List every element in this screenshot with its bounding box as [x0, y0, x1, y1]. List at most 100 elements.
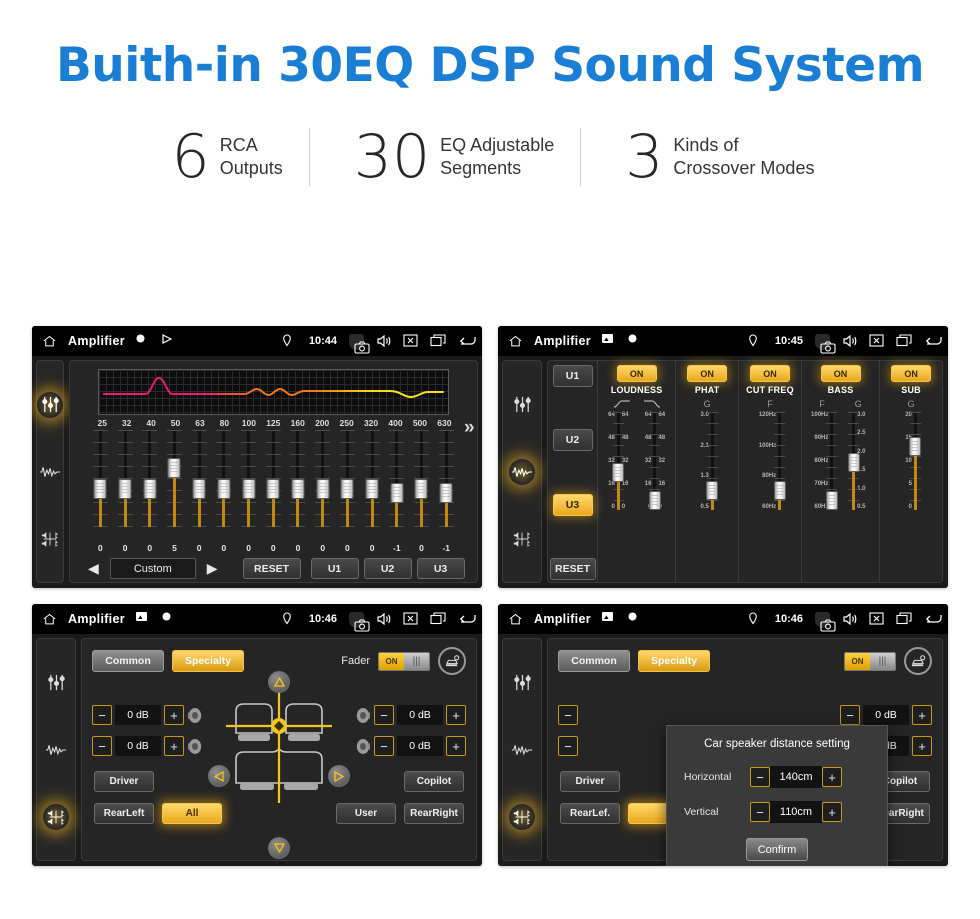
user-preset-u1-button[interactable]: U1	[310, 558, 359, 579]
back-arrow-icon[interactable]	[457, 612, 476, 627]
slider-knob[interactable]	[648, 491, 661, 510]
tab-common[interactable]: Common	[558, 650, 630, 672]
slider-knob[interactable]	[825, 491, 838, 510]
effect-slider[interactable]: 100Hz 90Hz 80Hz 70Hz 60Hz	[804, 410, 841, 582]
eq-slider-knob[interactable]	[242, 478, 256, 499]
effect-slider[interactable]: 3.0 2.1 1.3 0.5	[678, 410, 736, 582]
eq-slider[interactable]	[236, 430, 261, 542]
eq-slider[interactable]	[88, 430, 113, 542]
gain-minus-button[interactable]: −	[558, 736, 578, 756]
eq-slider[interactable]	[261, 430, 286, 542]
effect-slider[interactable]: 644832160644832160	[600, 410, 637, 582]
seat-button-all[interactable]: All	[162, 803, 222, 824]
eq-slider[interactable]	[434, 430, 459, 542]
recent-apps-icon[interactable]	[896, 333, 912, 349]
gain-plus-button[interactable]: +	[912, 705, 932, 725]
sidebar-item-waveform[interactable]	[43, 737, 69, 763]
eq-slider-knob[interactable]	[414, 478, 428, 499]
eq-slider-knob[interactable]	[266, 478, 280, 499]
eq-slider-knob[interactable]	[217, 478, 231, 499]
sidebar-item-equalizer[interactable]	[37, 391, 63, 418]
gain-minus-button[interactable]: −	[374, 705, 394, 725]
tab-specialty[interactable]: Specialty	[638, 650, 710, 672]
sidebar-item-equalizer[interactable]	[509, 392, 535, 418]
close-box-icon[interactable]	[403, 611, 418, 627]
car-seat-map[interactable]	[226, 691, 332, 803]
gain-plus-button[interactable]: +	[446, 705, 466, 725]
eq-slider[interactable]	[286, 430, 311, 542]
eq-more-icon[interactable]: »	[464, 417, 475, 439]
slider-knob[interactable]	[847, 453, 860, 473]
close-box-icon[interactable]	[403, 333, 418, 349]
sidebar-item-balance[interactable]	[43, 803, 69, 830]
fader-toggle[interactable]: ON |||	[378, 651, 430, 671]
eq-slider-knob[interactable]	[340, 478, 354, 499]
eq-slider-knob[interactable]	[439, 482, 453, 503]
fader-toggle[interactable]: ON |||	[844, 651, 896, 671]
preset-name-display[interactable]: Custom	[109, 558, 196, 579]
eq-slider[interactable]	[360, 430, 385, 542]
camera-icon[interactable]	[349, 334, 370, 354]
eq-slider-knob[interactable]	[365, 478, 379, 499]
user-preset-u2-button[interactable]: U2	[363, 558, 412, 579]
user-preset-u2-button[interactable]: U2	[552, 429, 593, 452]
tab-specialty[interactable]: Specialty	[172, 650, 244, 672]
recent-apps-icon[interactable]	[430, 611, 446, 627]
gain-plus-button[interactable]: +	[164, 705, 184, 725]
volume-icon[interactable]	[842, 612, 857, 627]
home-icon[interactable]	[42, 334, 57, 349]
slider-knob[interactable]	[706, 480, 719, 500]
recent-apps-icon[interactable]	[896, 611, 912, 627]
user-preset-u3-button[interactable]: U3	[416, 558, 465, 579]
horizontal-minus-button[interactable]: −	[750, 767, 770, 787]
eq-slider[interactable]	[212, 430, 237, 542]
effect-slider[interactable]: 20151050	[882, 410, 940, 582]
eq-slider[interactable]	[137, 430, 162, 542]
seat-button-rearright[interactable]: RearRight	[404, 803, 464, 824]
effect-toggle-bass[interactable]: ON	[820, 365, 861, 382]
back-arrow-icon[interactable]	[923, 334, 942, 349]
vertical-minus-button[interactable]: −	[750, 802, 770, 822]
preset-next-button[interactable]: ▶	[201, 560, 224, 577]
home-icon[interactable]	[508, 612, 523, 627]
volume-icon[interactable]	[842, 334, 857, 349]
home-icon[interactable]	[42, 612, 57, 627]
effect-slider[interactable]: 3.0 2.5 2.0 1.5 1.0 0.5	[841, 410, 878, 582]
horizontal-plus-button[interactable]: +	[822, 767, 842, 787]
sidebar-item-balance[interactable]	[509, 526, 535, 552]
car-settings-icon[interactable]	[438, 647, 466, 675]
eq-slider[interactable]	[335, 430, 360, 542]
slider-knob[interactable]	[909, 436, 922, 456]
sidebar-item-waveform[interactable]	[509, 737, 535, 763]
seat-button-driver[interactable]: Driver	[94, 771, 154, 792]
nudge-down-button[interactable]	[268, 837, 290, 859]
gain-plus-button[interactable]: +	[912, 736, 932, 756]
reset-button[interactable]: RESET	[549, 557, 596, 580]
seat-button-user[interactable]: User	[336, 803, 396, 824]
eq-slider[interactable]	[384, 430, 409, 542]
eq-slider-knob[interactable]	[167, 458, 181, 479]
seat-button-rearleft[interactable]: RearLeft	[94, 803, 154, 824]
sidebar-item-equalizer[interactable]	[509, 670, 535, 696]
gain-minus-button[interactable]: −	[558, 705, 578, 725]
nudge-up-button[interactable]	[268, 671, 290, 693]
eq-slider[interactable]	[409, 430, 434, 542]
sidebar-item-balance[interactable]	[37, 526, 63, 552]
user-preset-u1-button[interactable]: U1	[552, 365, 593, 387]
gain-plus-button[interactable]: +	[446, 736, 466, 756]
eq-slider-knob[interactable]	[316, 478, 330, 499]
eq-slider-knob[interactable]	[118, 478, 132, 499]
preset-prev-button[interactable]: ◀	[82, 560, 105, 577]
recent-apps-icon[interactable]	[430, 333, 446, 349]
home-icon[interactable]	[508, 334, 523, 349]
slider-knob[interactable]	[773, 480, 786, 500]
effect-toggle-phat[interactable]: ON	[687, 365, 728, 382]
volume-icon[interactable]	[376, 334, 391, 349]
confirm-button[interactable]: Confirm	[746, 838, 808, 861]
camera-icon[interactable]	[349, 612, 370, 632]
nudge-left-button[interactable]	[208, 765, 230, 787]
vertical-plus-button[interactable]: +	[822, 802, 842, 822]
slider-knob[interactable]	[612, 462, 625, 482]
seat-button-copilot[interactable]: Copilot	[404, 771, 464, 792]
eq-slider[interactable]	[162, 430, 187, 542]
